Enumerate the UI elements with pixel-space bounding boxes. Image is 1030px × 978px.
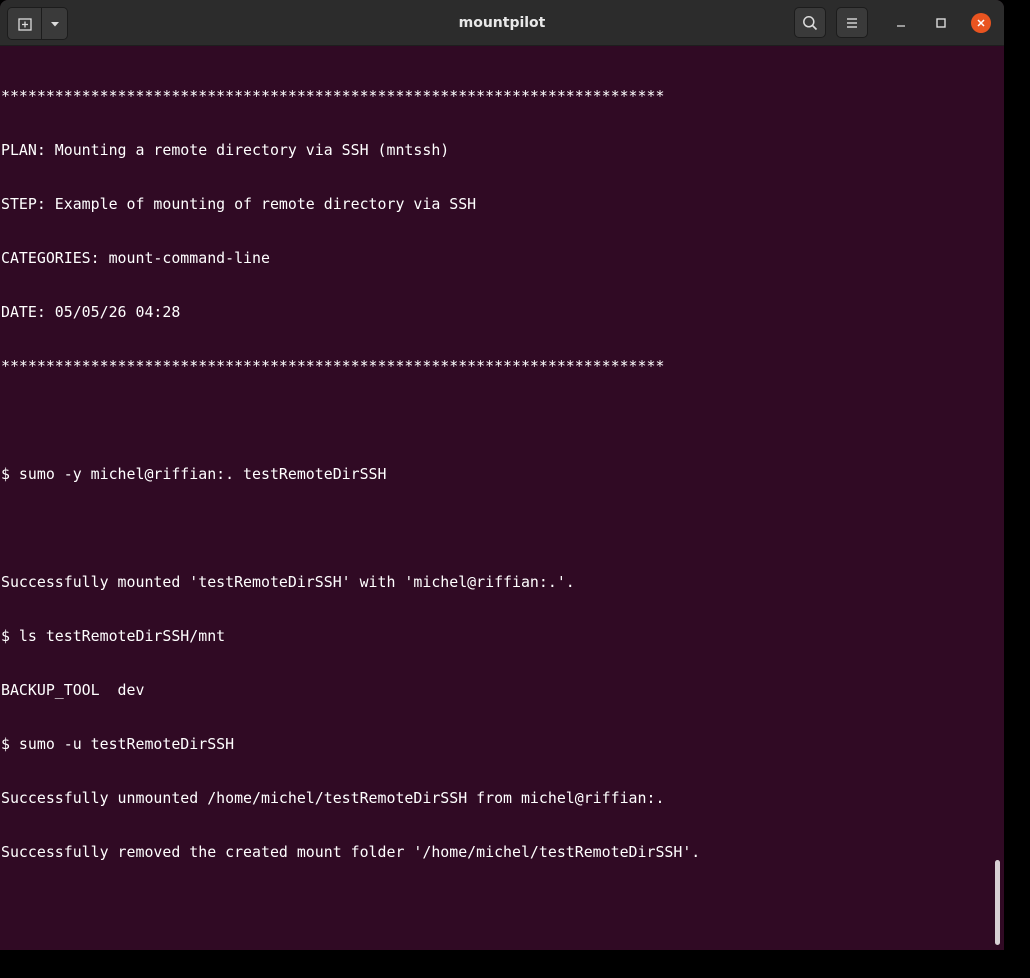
terminal-line: BACKUP_TOOL dev (1, 681, 145, 699)
terminal-line: STEP: Example of mounting of remote dire… (1, 195, 477, 213)
close-icon (977, 19, 985, 27)
terminal-output[interactable]: ****************************************… (0, 47, 996, 950)
terminal-line: $ sumo -y michel@riffian:. testRemoteDir… (1, 465, 387, 483)
terminal-line: Successfully mounted 'testRemoteDirSSH' … (1, 573, 575, 591)
terminal-line: ****************************************… (1, 87, 665, 105)
header-bar: mountpilot (0, 0, 1004, 46)
terminal-line: $ sumo -u testRemoteDirSSH (1, 735, 235, 753)
terminal-line: PLAN: Mounting a remote directory via SS… (1, 141, 450, 159)
terminal-line: Successfully removed the created mount f… (1, 843, 701, 861)
search-icon (803, 15, 818, 30)
terminal-line: DATE: 05/05/26 04:28 (1, 303, 181, 321)
minimize-icon (897, 25, 905, 27)
terminal-line: $ ls testRemoteDirSSH/mnt (1, 627, 226, 645)
close-button[interactable] (971, 13, 991, 33)
menu-button[interactable] (836, 7, 868, 38)
terminal-window: mountpilot *****************************… (0, 0, 1004, 950)
minimize-button[interactable] (890, 12, 912, 34)
maximize-icon (936, 18, 946, 28)
search-button[interactable] (794, 7, 826, 38)
maximize-button[interactable] (930, 12, 952, 34)
terminal-scrollbar[interactable] (995, 860, 1000, 945)
terminal-line: CATEGORIES: mount-command-line (1, 249, 270, 267)
hamburger-menu-icon (847, 17, 857, 28)
terminal-line: ****************************************… (1, 357, 665, 375)
terminal-line: Successfully unmounted /home/michel/test… (1, 789, 665, 807)
